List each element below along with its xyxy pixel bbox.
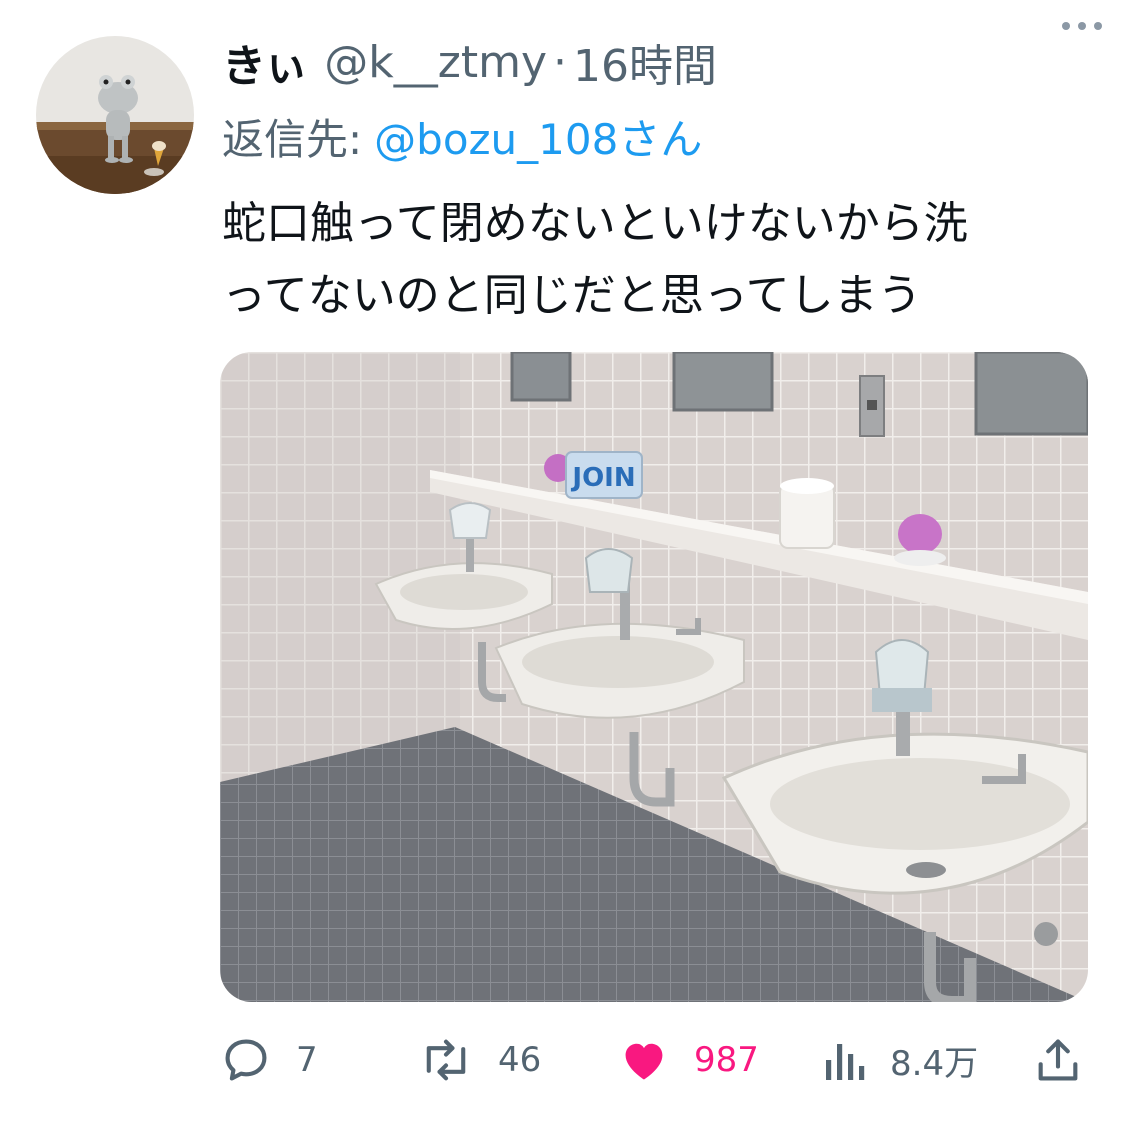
tweet-action-bar: 7 46 987 8.4万: [0, 1020, 1124, 1100]
retweet-icon: [426, 1039, 466, 1081]
user-handle[interactable]: @k__ztmy: [324, 37, 547, 88]
tweet-text-line: ってないのと同じだと思ってしまう: [222, 270, 922, 321]
separator-dot: ·: [552, 36, 567, 88]
shelf-sign-text: JOIN: [570, 463, 635, 493]
more-dot: [1078, 22, 1086, 30]
views-bar-icon: [826, 1044, 865, 1080]
views-count: 8.4万: [890, 1043, 979, 1084]
reply-label: 返信先:: [222, 114, 363, 164]
reply-target-link[interactable]: @bozu_108さん: [374, 106, 702, 167]
like-count: 987: [694, 1040, 759, 1080]
reply-bubble-icon: [225, 1039, 267, 1081]
reply-count: 7: [296, 1040, 318, 1080]
more-dots-icon[interactable]: [1062, 22, 1102, 30]
heart-icon: [625, 1043, 663, 1080]
more-dot: [1062, 22, 1070, 30]
display-name[interactable]: きぃ: [222, 30, 308, 94]
reply-context: 返信先: @bozu_108さん: [222, 104, 702, 168]
tweet-text-line: 蛇口触って閉めないといけないから洗: [222, 198, 968, 249]
share-icon: [1038, 1039, 1078, 1081]
retweet-button[interactable]: 46: [418, 1020, 541, 1100]
tweet-text: 蛇口触って閉めないといけないから洗 ってないのと同じだと思ってしまう: [222, 188, 1102, 332]
more-dot: [1094, 22, 1102, 30]
share-button[interactable]: [1032, 1020, 1108, 1100]
views-button[interactable]: 8.4万: [822, 1020, 978, 1100]
tweet-timestamp[interactable]: 16時間: [573, 30, 717, 94]
tweet-media-image[interactable]: JOIN: [220, 352, 1088, 1002]
tweet-header: きぃ @k__ztmy · 16時間: [222, 30, 1112, 94]
avatar[interactable]: [36, 36, 194, 194]
retweet-count: 46: [498, 1040, 542, 1080]
reply-button[interactable]: 7: [220, 1020, 318, 1100]
like-button[interactable]: 987: [618, 1020, 759, 1100]
